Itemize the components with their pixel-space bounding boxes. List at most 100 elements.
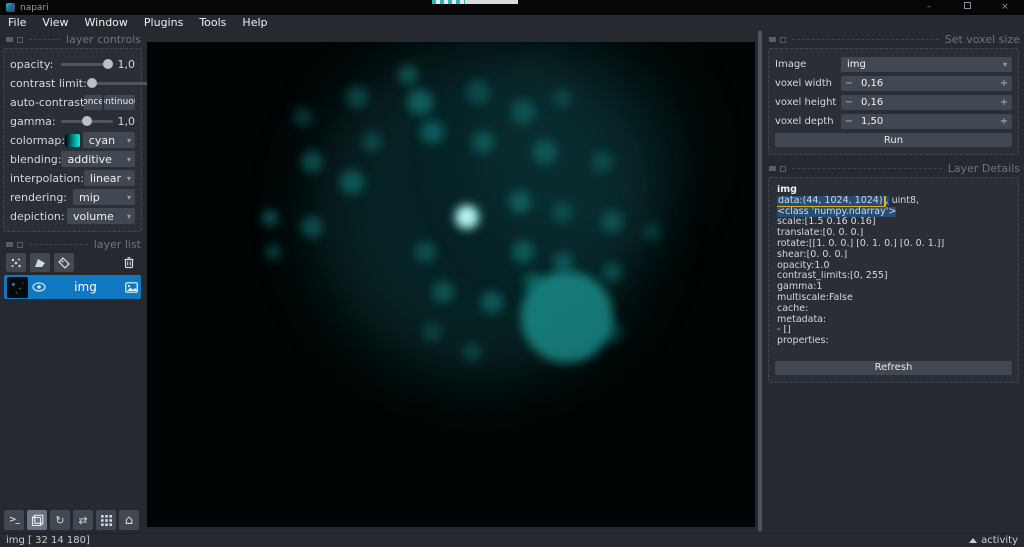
details-line: - [] [777,325,1010,336]
auto-contrast-continuous-button[interactable]: continuous [104,95,135,110]
right-dock-area: Set voxel size Image img ▾ voxel width −… [763,31,1024,533]
voxel-spinbox[interactable]: − 1,50 + [841,114,1012,129]
gamma-slider[interactable] [61,115,113,127]
float-dock-icon[interactable] [769,166,776,171]
layer-details-text: img data:(44, 1024, 1024), uint8, <class… [775,182,1012,347]
blending-dropdown[interactable]: additive ▾ [61,151,135,167]
menu-bar: FileViewWindowPluginsToolsHelp [0,15,1024,31]
decrement-icon[interactable]: − [841,97,857,108]
visibility-eye-icon[interactable] [32,282,46,292]
hide-dock-icon[interactable] [780,166,786,172]
maximize-button[interactable] [948,0,986,15]
blending-label: blending: [10,153,61,166]
grid-icon [101,515,112,526]
layer-list-item-img[interactable]: img [4,275,141,299]
voxel-spinbox-row: voxel width − 0,16 + [775,75,1012,91]
refresh-button[interactable]: Refresh [775,361,1012,375]
auto-contrast-once-button[interactable]: once [84,95,102,110]
layer-list-toolbar [6,253,139,272]
depiction-dropdown[interactable]: volume ▾ [67,208,135,224]
voxel-spinbox[interactable]: − 0,16 + [841,76,1012,91]
voxel-spinbox-value[interactable]: 1,50 [857,116,996,127]
auto-contrast-label: auto-contrast [10,96,84,109]
increment-icon[interactable]: + [996,78,1012,89]
interpolation-dropdown[interactable]: linear ▾ [84,170,135,186]
increment-icon[interactable]: + [996,97,1012,108]
rendering-dropdown[interactable]: mip ▾ [73,189,135,205]
activity-toggle[interactable]: activity [969,535,1018,546]
delete-layer-button[interactable] [119,253,139,272]
left-dock-area: layer controls opacity: 1,0 contrast lim… [0,31,145,533]
hide-dock-icon[interactable] [780,37,786,43]
decrement-icon[interactable]: − [841,116,857,127]
details-line: scale:[1.5 0.16 0.16] [777,217,1010,228]
status-bar: img [ 32 14 180] activity [0,533,1024,547]
volume-render-canvas[interactable] [147,42,755,527]
layer-controls-header: layer controls [6,33,141,46]
float-dock-icon[interactable] [769,37,776,42]
new-points-layer-button[interactable] [6,253,26,272]
voxel-spinbox-row: voxel height − 0,16 + [775,94,1012,110]
title-bar: napari – × [0,0,1024,15]
console-icon: >_ [9,515,19,525]
run-button[interactable]: Run [775,133,1012,147]
increment-icon[interactable]: + [996,116,1012,127]
menu-item[interactable]: Tools [191,15,234,31]
image-combo[interactable]: img ▾ [841,57,1012,72]
menu-item[interactable]: Help [234,15,275,31]
menu-item[interactable]: View [34,15,76,31]
layer-details-title: Layer Details [948,162,1020,175]
gamma-slider-handle[interactable] [82,116,92,126]
gamma-value: 1,0 [117,115,135,128]
float-dock-icon[interactable] [6,37,13,42]
voxel-spinbox-value[interactable]: 0,16 [857,78,996,89]
voxel-spinbox[interactable]: − 0,16 + [841,95,1012,110]
grid-view-button[interactable] [96,510,116,530]
dock-header-divider [792,39,939,40]
float-dock-icon[interactable] [6,242,13,247]
menu-item[interactable]: Plugins [136,15,191,31]
details-line: gamma:1 [777,282,1010,293]
new-labels-layer-button[interactable] [54,253,74,272]
viewer-button-row: >_ ↻ ⇄ [4,510,139,530]
chevron-down-icon: ▾ [127,136,131,145]
close-button[interactable]: × [986,0,1024,15]
colormap-dropdown[interactable]: cyan ▾ [83,132,135,148]
contrast-low-handle[interactable] [87,78,97,88]
details-class-line: <class 'numpy.ndarray'> [777,207,1010,218]
home-reset-view-button[interactable]: ⌂ [119,510,139,530]
opacity-label: opacity: [10,58,53,71]
details-line: metadata: [777,315,1010,326]
decrement-icon[interactable]: − [841,78,857,89]
gamma-label: gamma: [10,115,56,128]
trash-icon [123,256,135,269]
new-shapes-layer-button[interactable] [30,253,50,272]
chevron-down-icon: ▾ [127,174,131,183]
details-line: properties: [777,336,1010,347]
voxel-spinbox-label: voxel height [775,97,841,108]
console-button[interactable]: >_ [4,510,24,530]
menu-item[interactable]: Window [77,15,136,31]
layer-controls-title: layer controls [66,33,141,46]
colormap-swatch [65,134,80,147]
opacity-slider[interactable] [61,58,113,70]
colormap-label: colormap: [10,134,65,147]
hide-dock-icon[interactable] [17,242,23,248]
voxel-widget-title: Set voxel size [945,33,1020,46]
napari-window: napari – × FileViewWindowPluginsToolsHel… [0,0,1024,547]
ndisplay-toggle-button[interactable] [27,510,47,530]
hide-dock-icon[interactable] [17,37,23,43]
roll-dimensions-button[interactable]: ↻ [50,510,70,530]
layer-details-panel: img data:(44, 1024, 1024), uint8, <class… [768,177,1019,383]
minimize-button[interactable]: – [910,0,948,15]
rendering-label: rendering: [10,191,67,204]
transpose-icon: ⇄ [78,514,87,527]
opacity-slider-handle[interactable] [103,59,113,69]
transpose-dimensions-button[interactable]: ⇄ [73,510,93,530]
voxel-spinbox-value[interactable]: 0,16 [857,97,996,108]
tag-icon [58,257,71,269]
image-combo-label: Image [775,59,841,70]
highlighted-data-shape: data:(44, 1024, 1024) [777,196,886,207]
menu-item[interactable]: File [0,15,34,31]
right-panel-scrollbar[interactable] [758,31,762,533]
